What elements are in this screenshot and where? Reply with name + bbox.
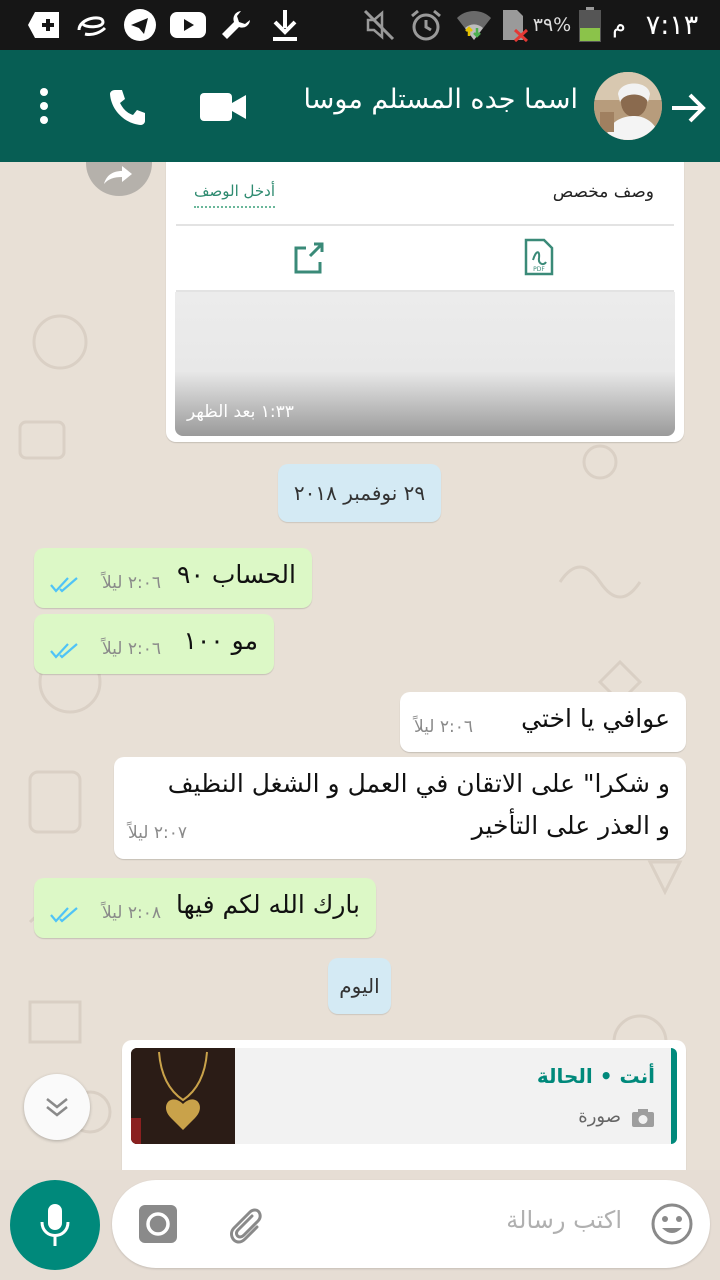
attach-icon[interactable] — [222, 1202, 268, 1248]
contact-name[interactable]: اسما جده المستلم موسا — [304, 84, 578, 115]
message-input-bar: اكتب رسالة — [0, 1170, 720, 1280]
voice-call-icon[interactable] — [104, 84, 150, 130]
document-preview[interactable]: ١:٣٣ بعد الظهر — [175, 292, 675, 436]
message-time: ٢:٠٦ ليلاً — [102, 639, 161, 659]
message-text: الحساب ٩٠ — [177, 560, 296, 589]
youtube-icon — [170, 8, 206, 42]
svg-text:PDF: PDF — [533, 266, 545, 273]
date-separator: ٢٩ نوفمبر ٢٠١٨ — [278, 464, 441, 522]
clock: ٧:١٣ — [645, 9, 699, 41]
message-text: بارك الله لكم فيها — [175, 890, 360, 919]
battery-percent: ٣٩% — [532, 14, 572, 36]
more-options-icon[interactable] — [26, 86, 62, 126]
mute-icon — [360, 8, 398, 42]
message-text-line-2: و العذر على التأخير — [471, 811, 670, 840]
contact-avatar[interactable] — [594, 72, 662, 140]
status-image-thumbnail — [131, 1048, 235, 1144]
message-text-line-1: و شكرا" على الاتقان في العمل و الشغل الن… — [167, 769, 670, 798]
voice-record-button[interactable] — [10, 1180, 100, 1270]
incoming-message[interactable]: و شكرا" على الاتقان في العمل و الشغل الن… — [114, 757, 686, 859]
microphone-icon — [40, 1204, 70, 1246]
pdf-icon[interactable]: PDF — [524, 238, 556, 278]
video-call-icon[interactable] — [198, 88, 248, 126]
wrench-icon — [218, 8, 254, 42]
quote-type: صورة — [578, 1106, 621, 1127]
message-input[interactable]: اكتب رسالة — [112, 1180, 710, 1268]
scroll-to-bottom-button[interactable] — [24, 1074, 90, 1140]
alarm-icon — [408, 8, 444, 42]
message-time: ١:٣٣ بعد الظهر — [187, 402, 294, 422]
message-time: ٢:٠٦ ليلاً — [414, 717, 473, 737]
no-sim-icon — [498, 8, 530, 42]
quote-author: أنت • الحالة — [536, 1064, 655, 1088]
divider — [176, 224, 674, 226]
message-time: ٢:٠٨ ليلاً — [102, 903, 161, 923]
message-time: ٢:٠٧ ليلاً — [128, 823, 187, 843]
quote-accent-bar — [671, 1048, 677, 1144]
add-notification-icon — [26, 8, 62, 42]
quoted-status[interactable]: أنت • الحالة صورة — [131, 1048, 677, 1144]
description-input-link[interactable]: أدخل الوصف — [194, 182, 275, 208]
read-ticks-icon — [50, 643, 78, 659]
read-ticks-icon — [50, 577, 78, 593]
browser-icon — [72, 8, 112, 42]
message-text: مو ١٠٠ — [183, 626, 258, 655]
telegram-icon — [122, 8, 158, 42]
message-input-placeholder: اكتب رسالة — [506, 1206, 622, 1234]
document-message[interactable]: وصف مخصص أدخل الوصف PDF ١:٣٣ بعد الظهر — [166, 162, 684, 442]
outgoing-message[interactable]: مو ١٠٠ ٢:٠٦ ليلاً — [34, 614, 274, 674]
chevron-down-icon — [46, 1098, 68, 1117]
incoming-message[interactable]: عوافي يا اختي ٢:٠٦ ليلاً — [400, 692, 686, 752]
message-time: ٢:٠٦ ليلاً — [102, 573, 161, 593]
forward-button[interactable] — [86, 162, 152, 196]
battery-icon — [576, 7, 604, 42]
date-separator: اليوم — [328, 958, 391, 1014]
am-pm-label: م — [612, 12, 626, 38]
outgoing-message[interactable]: الحساب ٩٠ ٢:٠٦ ليلاً — [34, 548, 312, 608]
share-icon[interactable] — [292, 240, 326, 276]
camera-button-icon[interactable] — [138, 1204, 178, 1244]
status-bar: ٣٩% م ٧:١٣ — [0, 0, 720, 50]
back-arrow-icon[interactable] — [668, 88, 708, 128]
outgoing-message[interactable]: بارك الله لكم فيها ٢:٠٨ ليلاً — [34, 878, 376, 938]
incoming-reply-message[interactable]: أنت • الحالة صورة — [122, 1040, 686, 1170]
camera-icon — [632, 1109, 654, 1127]
message-text: عوافي يا اختي — [521, 704, 670, 733]
chat-area[interactable]: وصف مخصص أدخل الوصف PDF ١:٣٣ بعد الظهر ٢… — [0, 162, 720, 1170]
read-ticks-icon — [50, 907, 78, 923]
emoji-icon[interactable] — [650, 1202, 694, 1246]
wifi-icon — [454, 8, 494, 42]
download-icon — [268, 8, 302, 42]
description-label: وصف مخصص — [552, 182, 654, 202]
